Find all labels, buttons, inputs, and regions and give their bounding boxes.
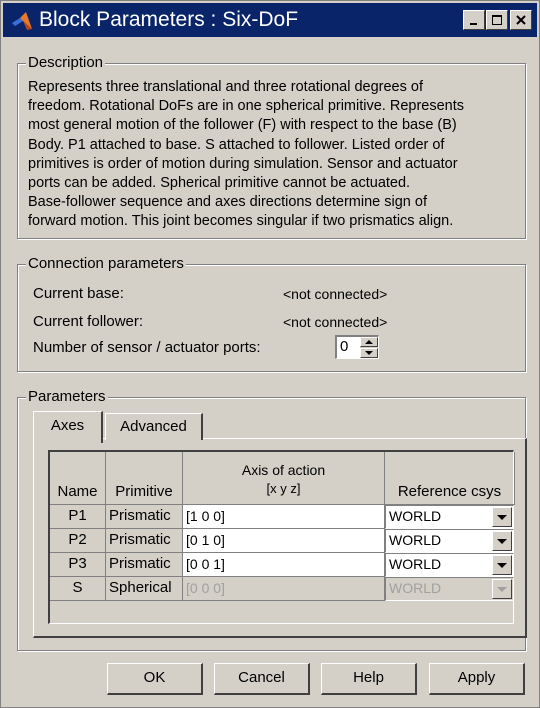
- title-bar[interactable]: Block Parameters : Six-DoF: [3, 3, 537, 37]
- chevron-down-icon: [497, 515, 507, 520]
- column-header-primitive-label: Primitive: [115, 483, 173, 500]
- window-title: Block Parameters : Six-DoF: [39, 8, 299, 31]
- close-icon: [516, 15, 526, 25]
- column-header-axis: Axis of action [x y z]: [183, 452, 385, 505]
- axes-table: Name Primitive Axis of action [x y z] Re…: [48, 450, 515, 624]
- description-text: Represents three translational and three…: [28, 78, 528, 232]
- cancel-button[interactable]: Cancel: [214, 663, 310, 695]
- description-line: Base-follower sequence and axes directio…: [28, 194, 427, 211]
- ports-value[interactable]: 0: [340, 338, 348, 356]
- maximize-icon: [492, 15, 502, 25]
- description-legend: Description: [26, 54, 106, 72]
- dropdown-button-disabled: [492, 579, 512, 599]
- reference-csys-dropdown[interactable]: WORLD: [385, 553, 514, 577]
- arrow-up-icon: [365, 340, 373, 344]
- arrow-down-icon: [365, 351, 373, 355]
- minimize-button[interactable]: [463, 10, 485, 30]
- maximize-button[interactable]: [486, 10, 508, 30]
- matlab-logo-icon: [12, 12, 32, 30]
- ok-button[interactable]: OK: [107, 663, 203, 695]
- tab-advanced[interactable]: Advanced: [105, 413, 203, 440]
- dialog-window: Block Parameters : Six-DoF Description R…: [0, 0, 540, 708]
- description-line: forward motion. This joint becomes singu…: [28, 213, 454, 230]
- description-group: Description Represents three translation…: [17, 54, 528, 239]
- dropdown-button[interactable]: [492, 507, 512, 527]
- chevron-down-icon: [497, 587, 507, 592]
- column-header-reference-label: Reference csys: [397, 483, 502, 500]
- cell-axis-input-disabled: [0 0 0]: [183, 577, 385, 601]
- cell-primitive: Prismatic: [106, 529, 183, 553]
- description-line: ports can be added. Spherical primitive …: [28, 175, 411, 192]
- chevron-down-icon: [497, 539, 507, 544]
- description-line: most general motion of the follower (F) …: [28, 117, 457, 134]
- column-header-name: Name: [50, 452, 106, 505]
- spin-down-button[interactable]: [360, 348, 378, 358]
- current-base-value: <not connected>: [283, 286, 388, 302]
- cell-primitive: Prismatic: [106, 505, 183, 529]
- cell-name: S: [50, 577, 106, 601]
- description-line: Body. P1 attached to base. S attached to…: [28, 136, 445, 153]
- dropdown-button[interactable]: [492, 555, 512, 575]
- cell-name: P3: [50, 553, 106, 577]
- help-button[interactable]: Help: [321, 663, 417, 695]
- reference-csys-value: WORLD: [389, 508, 442, 524]
- cell-primitive: Spherical: [106, 577, 183, 601]
- ports-label: Number of sensor / actuator ports:: [33, 339, 261, 356]
- apply-button[interactable]: Apply: [429, 663, 525, 695]
- reference-csys-dropdown[interactable]: WORLD: [385, 529, 514, 553]
- column-header-reference: Reference csys: [385, 452, 515, 505]
- reference-csys-value: WORLD: [389, 580, 442, 596]
- chevron-down-icon: [497, 563, 507, 568]
- spin-up-button[interactable]: [360, 337, 378, 347]
- reference-csys-dropdown-disabled: WORLD: [385, 577, 514, 601]
- cell-name: P2: [50, 529, 106, 553]
- tab-axes[interactable]: Axes: [33, 411, 103, 443]
- close-button[interactable]: [510, 10, 532, 30]
- column-header-primitive: Primitive: [106, 452, 183, 505]
- description-line: primitives is order of motion during sim…: [28, 155, 458, 172]
- connection-legend: Connection parameters: [26, 255, 186, 273]
- cell-axis-input[interactable]: [1 0 0]: [183, 505, 385, 529]
- cell-axis-input[interactable]: [0 1 0]: [183, 529, 385, 553]
- current-base-label: Current base:: [33, 285, 124, 302]
- ports-spinner[interactable]: 0: [335, 335, 379, 359]
- column-header-name-label: Name: [57, 483, 98, 500]
- current-follower-label: Current follower:: [33, 313, 144, 330]
- cell-primitive: Prismatic: [106, 553, 183, 577]
- column-header-axis-label: Axis of action: [241, 462, 326, 478]
- current-follower-value: <not connected>: [283, 314, 388, 330]
- minimize-icon: [470, 23, 477, 25]
- description-line: freedom. Rotational DoFs are in one sphe…: [28, 98, 465, 115]
- description-line: Represents three translational and three…: [28, 79, 423, 95]
- cell-name: P1: [50, 505, 106, 529]
- column-header-axis-sub: [x y z]: [266, 481, 301, 496]
- dropdown-button[interactable]: [492, 531, 512, 551]
- spinner-buttons: [360, 337, 378, 358]
- reference-csys-value: WORLD: [389, 532, 442, 548]
- parameters-legend: Parameters: [26, 388, 108, 406]
- reference-csys-value: WORLD: [389, 556, 442, 572]
- cell-axis-input[interactable]: [0 0 1]: [183, 553, 385, 577]
- reference-csys-dropdown[interactable]: WORLD: [385, 505, 514, 529]
